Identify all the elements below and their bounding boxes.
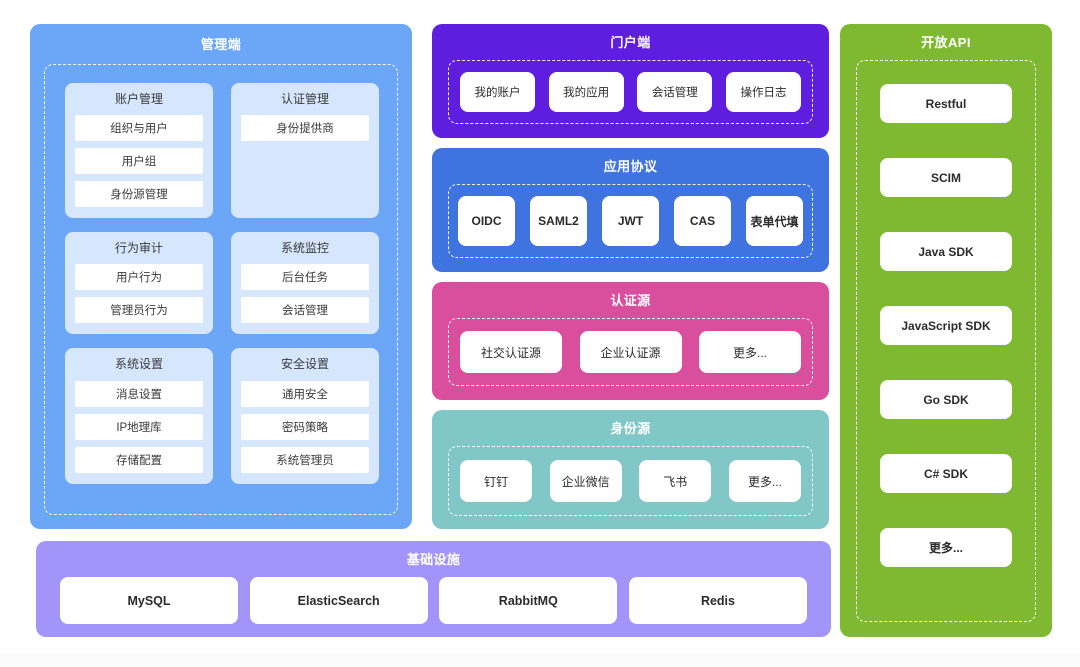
auth-source-panel: 认证源 社交认证源 企业认证源 更多...	[432, 282, 829, 400]
portal-dashed-frame: 我的账户 我的应用 会话管理 操作日志	[448, 60, 813, 124]
portal-panel: 门户端 我的账户 我的应用 会话管理 操作日志	[432, 24, 829, 138]
identity-source-chip[interactable]: 更多...	[728, 460, 801, 502]
management-item[interactable]: 消息设置	[75, 380, 203, 407]
management-card-monitoring[interactable]: 系统监控 后台任务 会话管理	[231, 232, 379, 335]
management-item[interactable]: 系统管理员	[241, 446, 369, 473]
management-item[interactable]: IP地理库	[75, 413, 203, 440]
management-card-system-settings[interactable]: 系统设置 消息设置 IP地理库 存储配置	[65, 348, 213, 484]
protocol-chip[interactable]: OIDC	[458, 196, 515, 246]
management-item[interactable]: 管理员行为	[75, 297, 203, 324]
card-title: 认证管理	[280, 92, 329, 106]
infrastructure-panel: 基础设施 MySQL ElasticSearch RabbitMQ Redis	[36, 541, 831, 637]
protocol-chip[interactable]: SAML2	[530, 196, 587, 246]
portal-panel-title: 门户端	[610, 35, 651, 50]
open-api-chip[interactable]: C# SDK	[880, 454, 1012, 493]
auth-source-chip[interactable]: 更多...	[699, 331, 801, 373]
diagram-canvas: 管理端 账户管理 组织与用户 用户组 身份源管理 认证管理 身份提供商 行为审计…	[0, 0, 1080, 667]
open-api-chip[interactable]: Restful	[880, 84, 1012, 123]
management-card-grid: 账户管理 组织与用户 用户组 身份源管理 认证管理 身份提供商 行为审计 用户行…	[65, 83, 379, 484]
auth-source-dashed-frame: 社交认证源 企业认证源 更多...	[448, 318, 813, 386]
management-item[interactable]: 通用安全	[241, 380, 369, 407]
infrastructure-chip[interactable]: RabbitMQ	[439, 577, 618, 624]
portal-chip[interactable]: 操作日志	[725, 72, 801, 112]
infrastructure-chip-row: MySQL ElasticSearch RabbitMQ Redis	[60, 577, 807, 624]
management-item[interactable]: 身份提供商	[241, 115, 369, 142]
auth-source-panel-title: 认证源	[610, 293, 651, 308]
management-item[interactable]: 用户组	[75, 148, 203, 175]
infrastructure-chip[interactable]: MySQL	[60, 577, 238, 624]
management-card-authentication[interactable]: 认证管理 身份提供商	[231, 83, 379, 219]
open-api-chip[interactable]: Go SDK	[880, 380, 1012, 419]
management-card-audit[interactable]: 行为审计 用户行为 管理员行为	[65, 232, 213, 335]
identity-source-chip[interactable]: 飞书	[639, 460, 712, 502]
management-item[interactable]: 后台任务	[241, 264, 369, 291]
application-protocol-panel: 应用协议 OIDC SAML2 JWT CAS 表单代填	[432, 148, 829, 272]
portal-chip[interactable]: 我的账户	[460, 72, 535, 112]
open-api-chip[interactable]: 更多...	[880, 528, 1012, 567]
protocol-dashed-frame: OIDC SAML2 JWT CAS 表单代填	[448, 184, 813, 258]
protocol-chip[interactable]: CAS	[674, 196, 731, 246]
management-panel: 管理端 账户管理 组织与用户 用户组 身份源管理 认证管理 身份提供商 行为审计…	[30, 24, 412, 529]
management-item[interactable]: 密码策略	[241, 413, 369, 440]
management-item[interactable]: 身份源管理	[75, 181, 203, 208]
open-api-panel: 开放API Restful SCIM Java SDK JavaScript S…	[840, 24, 1052, 637]
identity-source-dashed-frame: 钉钉 企业微信 飞书 更多...	[448, 446, 813, 516]
card-title: 账户管理	[114, 92, 163, 106]
auth-source-chip[interactable]: 企业认证源	[579, 331, 682, 373]
open-api-chip[interactable]: SCIM	[880, 158, 1012, 197]
auth-source-chip[interactable]: 社交认证源	[460, 331, 562, 373]
identity-source-chip[interactable]: 钉钉	[460, 460, 532, 502]
protocol-chip[interactable]: JWT	[602, 196, 659, 246]
infrastructure-panel-title: 基础设施	[406, 552, 461, 567]
identity-source-panel: 身份源 钉钉 企业微信 飞书 更多...	[432, 410, 829, 529]
open-api-chip[interactable]: Java SDK	[880, 232, 1012, 271]
card-title: 安全设置	[280, 357, 329, 372]
card-title: 行为审计	[114, 241, 163, 256]
open-api-chip[interactable]: JavaScript SDK	[880, 306, 1012, 345]
management-dashed-frame: 账户管理 组织与用户 用户组 身份源管理 认证管理 身份提供商 行为审计 用户行…	[44, 64, 398, 515]
protocol-chip[interactable]: 表单代填	[746, 196, 803, 246]
card-title: 系统监控	[280, 241, 329, 256]
management-item[interactable]: 用户行为	[75, 264, 203, 291]
management-item[interactable]: 会话管理	[241, 297, 369, 324]
infrastructure-chip[interactable]: ElasticSearch	[249, 577, 428, 624]
card-title: 系统设置	[114, 357, 163, 372]
infrastructure-chip[interactable]: Redis	[628, 577, 807, 624]
portal-chip[interactable]: 会话管理	[637, 72, 713, 112]
open-api-dashed-frame: Restful SCIM Java SDK JavaScript SDK Go …	[856, 60, 1036, 622]
application-protocol-panel-title: 应用协议	[603, 159, 658, 174]
identity-source-chip[interactable]: 企业微信	[549, 460, 622, 502]
identity-source-panel-title: 身份源	[610, 421, 651, 436]
bottom-band	[0, 653, 1080, 667]
management-item[interactable]: 存储配置	[75, 446, 203, 473]
portal-chip[interactable]: 我的应用	[548, 72, 624, 112]
open-api-panel-title: 开放API	[921, 35, 971, 50]
management-panel-title: 管理端	[200, 37, 242, 52]
management-item[interactable]: 组织与用户	[75, 115, 203, 142]
management-card-security-settings[interactable]: 安全设置 通用安全 密码策略 系统管理员	[231, 348, 379, 484]
management-card-account[interactable]: 账户管理 组织与用户 用户组 身份源管理	[65, 83, 213, 219]
